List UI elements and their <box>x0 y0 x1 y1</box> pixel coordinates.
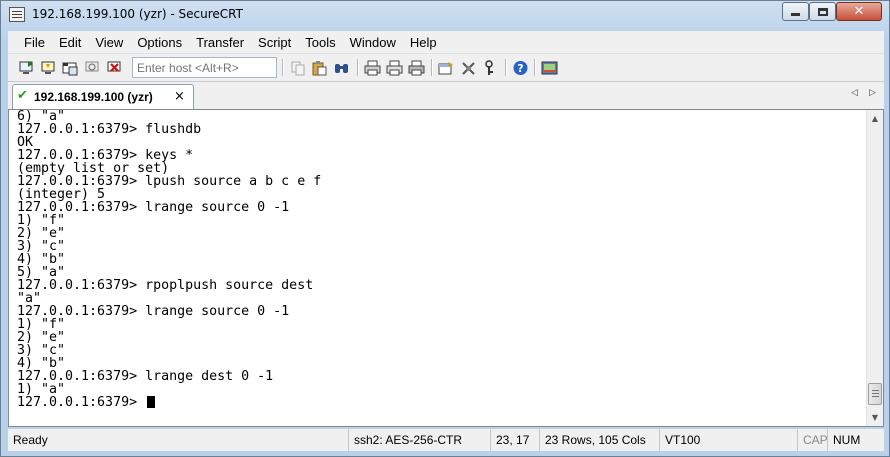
toolbar-divider <box>431 59 432 76</box>
status-cursor-position: 23, 17 <box>490 429 542 451</box>
terminal-line: 3) "c" <box>17 344 66 357</box>
menu-help[interactable]: Help <box>402 35 443 50</box>
terminal-line: 127.0.0.1:6379> flushdb <box>17 123 202 136</box>
terminal-line: (empty list or set) <box>17 162 170 175</box>
toolbar-divider <box>282 59 283 76</box>
scroll-up-arrow-icon[interactable]: ▲ <box>867 110 883 127</box>
connect-in-tab-icon[interactable] <box>61 58 80 77</box>
global-options-icon[interactable] <box>459 58 478 77</box>
menu-options[interactable]: Options <box>129 35 188 50</box>
close-button[interactable]: ✕ <box>836 2 882 21</box>
status-dimensions: 23 Rows, 105 Cols <box>539 429 659 451</box>
disconnect-icon[interactable] <box>105 58 124 77</box>
menu-view[interactable]: View <box>87 35 129 50</box>
keymap-icon[interactable] <box>480 58 499 77</box>
toolbar-divider <box>534 59 535 76</box>
minimize-button[interactable] <box>782 2 809 21</box>
toolbar-divider <box>357 59 358 76</box>
svg-text:?: ? <box>517 62 523 75</box>
quick-connect-input[interactable] <box>132 57 277 78</box>
menu-file[interactable]: File <box>8 35 51 50</box>
terminal-cursor <box>147 396 156 408</box>
menu-bar: File Edit View Options Transfer Script T… <box>8 31 884 54</box>
title-bar[interactable]: 192.168.199.100 (yzr) - SecureCRT ✕ <box>1 1 889 29</box>
terminal-line: 4) "b" <box>17 357 66 370</box>
tab-scroll-left-icon[interactable]: ◁ <box>851 88 858 98</box>
terminal-line: 5) "a" <box>17 266 66 279</box>
terminal-line: 1) "f" <box>17 318 66 331</box>
about-icon[interactable] <box>540 58 559 77</box>
print-icon[interactable] <box>363 58 382 77</box>
toolbar: ? <box>8 54 884 82</box>
status-ready: Ready <box>13 433 48 447</box>
status-num-lock: NUM <box>827 429 872 451</box>
tab-session-label: 192.168.199.100 (yzr) <box>34 90 153 104</box>
terminal-prompt: 127.0.0.1:6379> <box>17 396 146 409</box>
scrollbar-thumb[interactable] <box>868 383 882 405</box>
tab-session[interactable]: ✔ 192.168.199.100 (yzr) × <box>12 84 194 109</box>
menu-script[interactable]: Script <box>250 35 297 50</box>
terminal-line: 2) "e" <box>17 331 66 344</box>
securecrt-window: 192.168.199.100 (yzr) - SecureCRT ✕ File… <box>0 0 890 457</box>
terminal-line: 127.0.0.1:6379> keys * <box>17 149 194 162</box>
status-bar: Ready ssh2: AES-256-CTR 23, 17 23 Rows, … <box>8 429 884 451</box>
terminal-line: 3) "c" <box>17 240 66 253</box>
terminal-line: 2) "e" <box>17 227 66 240</box>
terminal-view[interactable]: 6) "a" 127.0.0.1:6379> flushdb OK 127.0.… <box>8 109 884 427</box>
reconnect-icon[interactable] <box>83 58 102 77</box>
paste-icon[interactable] <box>310 58 329 77</box>
copy-icon[interactable] <box>289 58 308 77</box>
menu-window[interactable]: Window <box>342 35 402 50</box>
status-emulation: VT100 <box>659 429 799 451</box>
terminal-line: OK <box>17 136 34 149</box>
help-icon[interactable]: ? <box>511 58 530 77</box>
scroll-down-arrow-icon[interactable]: ▼ <box>867 409 883 426</box>
quick-connect-icon[interactable] <box>39 58 58 77</box>
terminal-line: 6) "a" <box>17 110 66 123</box>
close-icon: ✕ <box>853 4 865 19</box>
session-options-icon[interactable] <box>437 58 456 77</box>
terminal-scrollbar[interactable]: ▲ ▼ <box>866 110 883 426</box>
minimize-icon <box>791 13 800 16</box>
window-title: 192.168.199.100 (yzr) - SecureCRT <box>32 7 243 21</box>
terminal-line: (integer) 5 <box>17 188 106 201</box>
connect-icon[interactable] <box>17 58 36 77</box>
connected-check-icon: ✔ <box>17 88 28 103</box>
tab-close-icon[interactable]: × <box>174 89 185 104</box>
terminal-line: 1) "a" <box>17 383 66 396</box>
session-tab-bar: ✔ 192.168.199.100 (yzr) × ◁ ▷ <box>8 82 884 109</box>
print-setup-icon[interactable] <box>407 58 426 77</box>
maximize-icon <box>817 7 828 16</box>
status-protocol: ssh2: AES-256-CTR <box>348 429 494 451</box>
terminal-line: 127.0.0.1:6379> lrange source 0 -1 <box>17 201 290 214</box>
menu-transfer[interactable]: Transfer <box>188 35 250 50</box>
maximize-button[interactable] <box>809 2 836 21</box>
find-icon[interactable] <box>332 58 351 77</box>
terminal-line: 127.0.0.1:6379> lpush source a b c e f <box>17 175 322 188</box>
menu-edit[interactable]: Edit <box>51 35 87 50</box>
terminal-line: 127.0.0.1:6379> lrange source 0 -1 <box>17 305 290 318</box>
tab-scroll-right-icon[interactable]: ▷ <box>869 88 876 98</box>
print-selection-icon[interactable] <box>385 58 404 77</box>
securecrt-app-icon[interactable] <box>9 7 25 22</box>
menu-tools[interactable]: Tools <box>297 35 341 50</box>
toolbar-divider <box>505 59 506 76</box>
terminal-line: 127.0.0.1:6379> rpoplpush source dest <box>17 279 314 292</box>
terminal-prompt-line[interactable]: 127.0.0.1:6379> <box>17 396 857 409</box>
terminal-line: "a" <box>17 292 42 305</box>
terminal-output: 6) "a" 127.0.0.1:6379> flushdb OK 127.0.… <box>17 110 857 409</box>
terminal-line: 127.0.0.1:6379> lrange dest 0 -1 <box>17 370 274 383</box>
terminal-line: 1) "f" <box>17 214 66 227</box>
terminal-line: 4) "b" <box>17 253 66 266</box>
